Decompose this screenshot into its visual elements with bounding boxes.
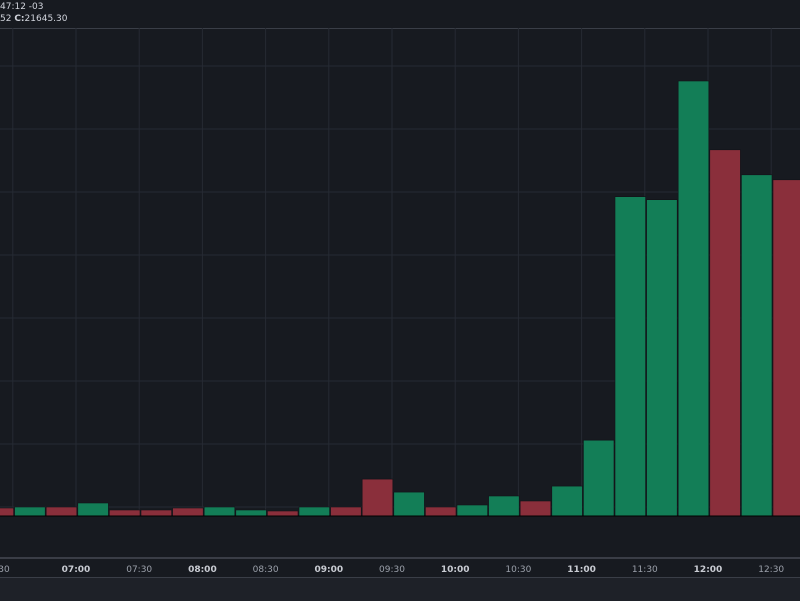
legend-ohlc-line: 52 C:21645.30	[0, 13, 68, 25]
volume-bar	[77, 502, 109, 517]
volume-bar	[45, 506, 78, 517]
time-axis: 30 07:00 07:30 08:00 08:30 09:00 09:30 10:00 10:…	[0, 565, 784, 575]
volume-bar	[14, 506, 46, 517]
time-tick-label: 07:30	[126, 565, 152, 575]
time-tick-label: 11:00	[567, 565, 596, 575]
time-tick-label: 12:00	[694, 565, 723, 575]
volume-bar	[235, 509, 267, 517]
volume-bar	[140, 509, 172, 517]
volume-bar	[551, 485, 583, 517]
time-tick-label: 09:30	[379, 565, 405, 575]
volume-bar-chart[interactable]: 30 07:00 07:30 08:00 08:30 09:00 09:30 10:00 10:…	[0, 28, 800, 577]
volume-bar	[267, 510, 299, 517]
volume-bar	[583, 439, 615, 517]
time-tick-label: 08:00	[188, 565, 217, 575]
volume-bar	[425, 506, 457, 517]
time-tick-label: 10:00	[441, 565, 470, 575]
volume-bar	[488, 495, 520, 517]
volume-bar	[361, 478, 394, 517]
legend-time-text: 47:12 -03	[0, 2, 44, 12]
volume-bar	[109, 509, 141, 517]
legend-close-value: 21645.30	[24, 14, 68, 24]
time-tick-label: 11:30	[632, 565, 658, 575]
volume-bar	[0, 507, 14, 517]
volume-bar	[614, 196, 646, 517]
bottom-toolbar	[0, 577, 800, 601]
chart-legend-header: 47:12 -03 52 C:21645.30	[0, 0, 800, 29]
volume-bar	[741, 174, 773, 517]
volume-bar	[646, 199, 678, 517]
volume-bar	[519, 500, 552, 517]
legend-close-label: C:	[14, 14, 25, 24]
volume-bar	[677, 80, 710, 517]
time-tick-label: 09:00	[314, 565, 343, 575]
volume-bar	[393, 491, 425, 517]
volume-bar	[772, 179, 800, 517]
time-tick-label: 07:00	[62, 565, 91, 575]
volume-bar	[298, 506, 330, 517]
time-tick-label: 12:30	[758, 565, 784, 575]
time-tick-label: 30	[0, 565, 10, 575]
volume-bar	[172, 507, 204, 517]
volume-bar	[330, 506, 362, 517]
legend-value-fragment: 52	[0, 14, 15, 24]
volume-bar	[456, 504, 488, 517]
bar-series	[0, 80, 800, 517]
volume-bar	[709, 149, 741, 517]
time-tick-label: 08:30	[253, 565, 279, 575]
time-tick-label: 10:30	[505, 565, 531, 575]
volume-bar	[203, 506, 236, 517]
